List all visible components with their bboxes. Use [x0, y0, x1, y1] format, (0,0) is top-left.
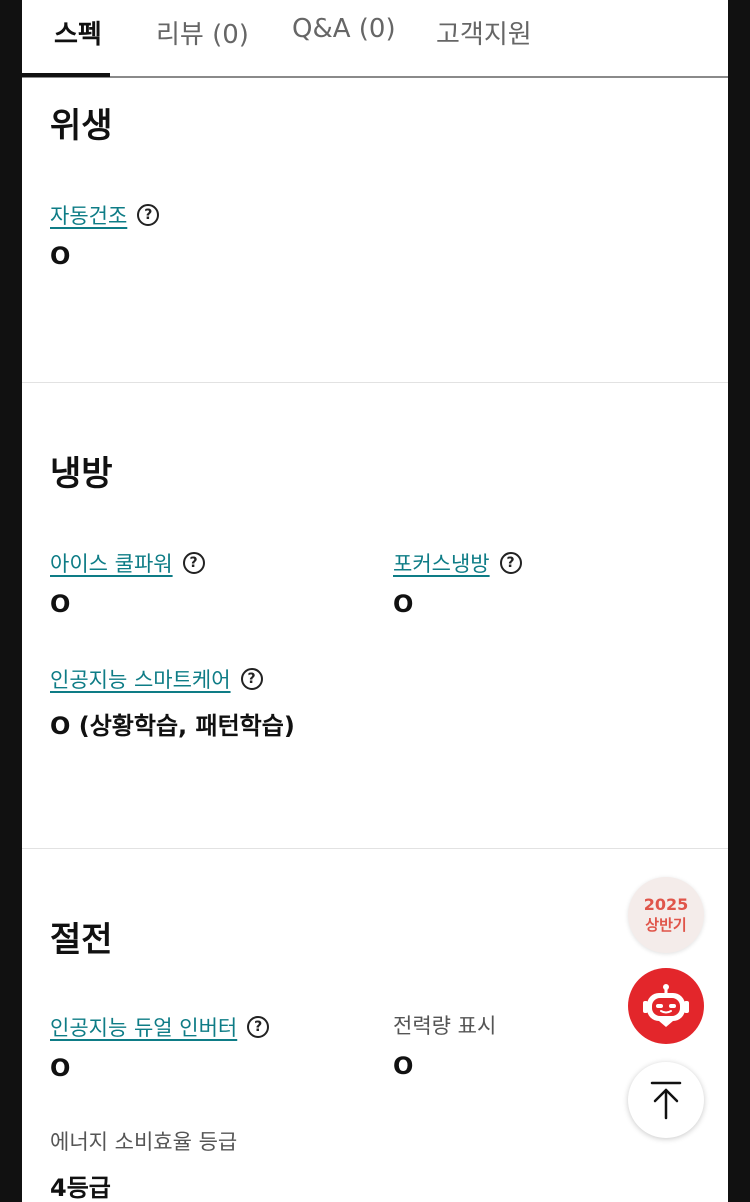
spec-label-power-display: 전력량 표시	[393, 1014, 497, 1038]
spec-label-ai-smart-care[interactable]: 인공지능 스마트케어	[50, 664, 231, 694]
spec-label-row: 에너지 소비효율 등급	[50, 1126, 237, 1156]
spec-ai-smart-care: 인공지능 스마트케어 ? O (상황학습, 패턴학습)	[50, 664, 295, 741]
spec-value-ai-dual-inverter: O	[50, 1054, 71, 1082]
spec-value-focus-cooling: O	[393, 590, 414, 618]
tab-bar: 스펙 리뷰 (0) Q&A (0) 고객지원	[22, 0, 728, 78]
spec-label-row: 인공지능 듀얼 인버터 ?	[50, 1012, 270, 1042]
tab-customer-support[interactable]: 고객지원	[436, 14, 532, 51]
spec-ai-dual-inverter: 인공지능 듀얼 인버터 ? O	[50, 1012, 270, 1082]
section-divider	[22, 848, 728, 849]
help-icon[interactable]: ?	[240, 668, 263, 690]
spec-auto-dry: 자동건조 ? O	[50, 200, 160, 270]
promo-text: 상반기	[645, 916, 687, 934]
tab-spec[interactable]: 스펙	[54, 14, 102, 51]
active-tab-indicator	[22, 73, 110, 77]
help-icon[interactable]: ?	[499, 552, 522, 574]
spec-page: 스펙 리뷰 (0) Q&A (0) 고객지원 위생 자동건조 ? O 냉방 아이…	[22, 0, 728, 1202]
section-divider	[22, 382, 728, 383]
spec-value-power-display: O	[393, 1052, 414, 1080]
spec-power-display: 전력량 표시 O	[393, 1010, 496, 1080]
arrow-up-to-top-icon	[650, 1081, 682, 1120]
spec-label-row: 인공지능 스마트케어 ?	[50, 664, 263, 694]
section-title-power-saving: 절전	[50, 920, 113, 960]
spec-value-ai-smart-care: O (상황학습, 패턴학습)	[50, 712, 295, 740]
chatbot-robot-icon	[643, 984, 689, 1027]
spec-label-auto-dry[interactable]: 자동건조	[50, 200, 127, 230]
chatbot-button[interactable]	[628, 968, 704, 1044]
spec-ice-cool-power: 아이스 쿨파워 ? O	[50, 548, 205, 618]
help-icon[interactable]: ?	[247, 1016, 270, 1038]
spec-label-row: 자동건조 ?	[50, 200, 160, 230]
spec-label-focus-cooling[interactable]: 포커스냉방	[393, 548, 490, 578]
spec-value-ice-cool-power: O	[50, 590, 71, 618]
spec-label-row: 포커스냉방 ?	[393, 548, 522, 578]
spec-label-energy-efficiency-grade: 에너지 소비효율 등급	[50, 1130, 238, 1154]
tab-qna[interactable]: Q&A (0)	[292, 14, 396, 44]
spec-focus-cooling: 포커스냉방 ? O	[393, 548, 522, 618]
spec-label-row: 아이스 쿨파워 ?	[50, 548, 205, 578]
promo-2025-first-half-button[interactable]: 2025 상반기	[628, 877, 704, 953]
promo-year: 2025	[643, 895, 689, 914]
tab-reviews[interactable]: 리뷰 (0)	[156, 14, 249, 51]
help-icon[interactable]: ?	[182, 552, 205, 574]
section-title-hygiene: 위생	[50, 106, 113, 146]
scroll-to-top-button[interactable]	[628, 1062, 704, 1138]
help-icon[interactable]: ?	[137, 204, 160, 226]
spec-label-ai-dual-inverter[interactable]: 인공지능 듀얼 인버터	[50, 1012, 237, 1042]
spec-value-energy-efficiency-grade: 4등급	[50, 1174, 111, 1202]
spec-value-auto-dry: O	[50, 242, 71, 270]
section-title-cooling: 냉방	[50, 454, 113, 494]
spec-label-ice-cool-power[interactable]: 아이스 쿨파워	[50, 548, 173, 578]
spec-label-row: 전력량 표시	[393, 1010, 496, 1040]
spec-energy-efficiency-grade: 에너지 소비효율 등급 4등급	[50, 1126, 237, 1202]
